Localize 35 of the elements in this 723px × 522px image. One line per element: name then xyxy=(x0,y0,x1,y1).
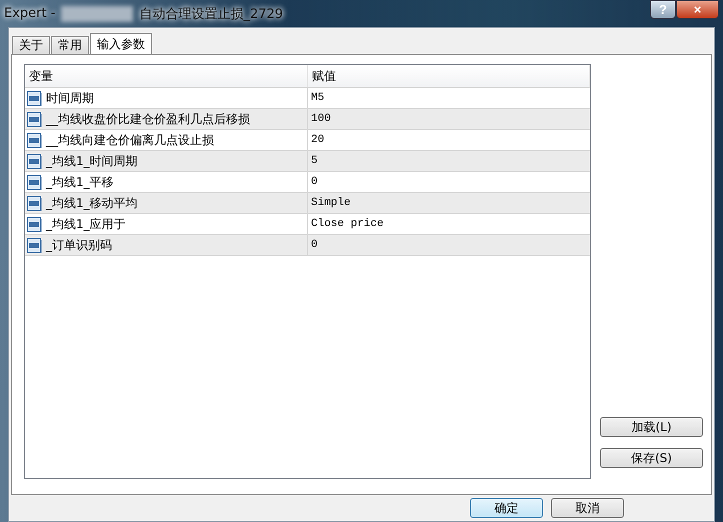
table-cell-text: 0 xyxy=(310,175,319,190)
window-title: Expert - xyxy=(4,6,56,21)
number-icon xyxy=(27,154,43,168)
load-button[interactable]: 加载(L) xyxy=(600,417,703,437)
tab[interactable]: 常用 xyxy=(51,36,89,54)
tab[interactable]: 关于 xyxy=(12,36,50,54)
save-button[interactable]: 保存(S) xyxy=(600,448,703,468)
table-cell-text: Simple xyxy=(310,196,352,211)
number-icon xyxy=(27,174,43,190)
table-cell: _均线1_时间周期 xyxy=(46,152,138,170)
table-cell: _订单识别码 xyxy=(46,236,112,254)
table-cell: 时间周期 xyxy=(46,90,94,106)
number-icon xyxy=(27,132,43,148)
table-cell-text: 5 xyxy=(310,154,319,169)
table-cell-text: M5 xyxy=(310,91,326,106)
column-header[interactable]: 赋值 xyxy=(308,65,590,87)
table-cell-text: 20 xyxy=(310,133,326,148)
ok-button[interactable]: 确定 xyxy=(470,498,543,518)
table-cell-text: 0 xyxy=(310,238,319,253)
number-icon xyxy=(27,112,43,126)
table-cell: __均线收盘价比建仓价盈利几点后移损 xyxy=(46,110,250,128)
number-icon xyxy=(27,90,43,106)
cancel-button[interactable]: 取消 xyxy=(551,498,624,518)
number-icon xyxy=(27,238,43,252)
window-title: 自动合理设置止损_2729 xyxy=(139,6,284,22)
column-header[interactable]: 变量 xyxy=(25,65,308,87)
number-icon xyxy=(27,196,43,210)
table-cell-text: Close price xyxy=(310,217,385,232)
table-cell: __均线向建仓价偏离几点设止损 xyxy=(46,132,214,148)
table-cell: _均线1_移动平均 xyxy=(46,194,138,212)
number-icon xyxy=(27,216,43,232)
table-cell: _均线1_应用于 xyxy=(46,216,126,232)
tab[interactable]: 输入参数 xyxy=(90,33,152,54)
table-cell-text: 100 xyxy=(310,112,332,127)
table-cell: _均线1_平移 xyxy=(46,174,114,190)
